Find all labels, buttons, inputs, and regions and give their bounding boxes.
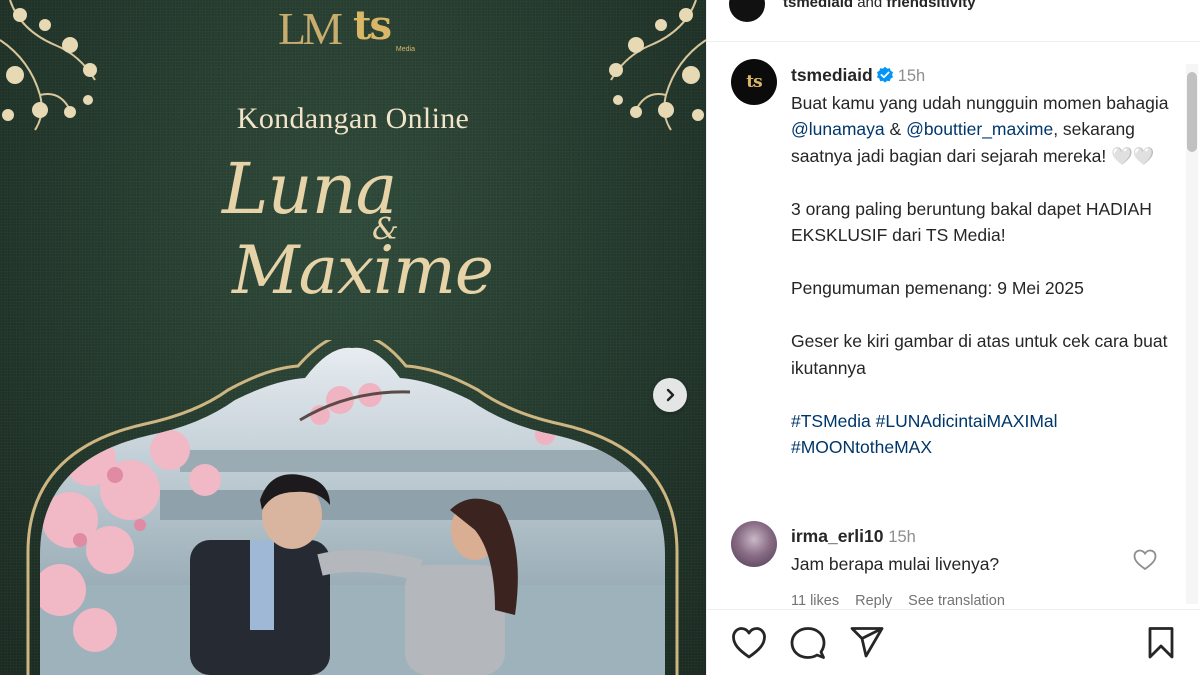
author-username[interactable]: tsmediaid bbox=[791, 65, 873, 85]
post-action-bar bbox=[707, 609, 1200, 675]
verified-badge-icon bbox=[876, 66, 893, 83]
lm-logo: LM bbox=[278, 3, 343, 54]
chevron-right-icon bbox=[666, 388, 675, 402]
post-details-panel: tsmediaid and friendsitivity ts tsmediai… bbox=[706, 0, 1200, 675]
next-slide-button[interactable] bbox=[653, 378, 687, 412]
commenter-avatar[interactable] bbox=[731, 521, 777, 567]
header-avatar[interactable] bbox=[729, 0, 765, 22]
comment-icon[interactable] bbox=[790, 626, 826, 660]
brand-logos: LM ts Media bbox=[278, 0, 415, 58]
header-account-link[interactable]: tsmediaid bbox=[783, 0, 853, 11]
bride-name: Luna bbox=[222, 148, 397, 230]
mention-bouttier-maxime[interactable]: @bouttier_maxime bbox=[906, 119, 1053, 139]
post-image[interactable]: LM ts Media Kondangan Online Luna & Maxi… bbox=[0, 0, 706, 675]
caption-paragraph-1: Buat kamu yang udah nungguin momen bahag… bbox=[791, 92, 1169, 166]
caption-timestamp[interactable]: 15h bbox=[898, 67, 926, 85]
share-icon[interactable] bbox=[849, 626, 885, 660]
author-avatar[interactable]: ts bbox=[731, 59, 777, 105]
groom-name: Maxime bbox=[232, 232, 494, 309]
header-collaborator-link[interactable]: friendsitivity bbox=[886, 0, 975, 11]
comment-body: irma_erli10 15h Jam berapa mulai livenya… bbox=[791, 523, 1121, 578]
caption-paragraph-4: Geser ke kiri gambar di atas untuk cek c… bbox=[791, 331, 1168, 378]
couple-photo-arch bbox=[26, 340, 679, 675]
post-header: tsmediaid and friendsitivity bbox=[707, 0, 1200, 42]
hashtag-tsmedia[interactable]: #TSMedia bbox=[791, 411, 871, 431]
comment-like-heart-icon[interactable] bbox=[1133, 549, 1157, 571]
comment-meta: 11 likes Reply See translation bbox=[791, 593, 1021, 609]
bookmark-icon[interactable] bbox=[1145, 626, 1177, 660]
comment-timestamp[interactable]: 15h bbox=[888, 528, 916, 546]
caption-paragraph-2: 3 orang paling beruntung bakal dapet HAD… bbox=[791, 198, 1152, 246]
comment-reply-link[interactable]: Reply bbox=[855, 593, 892, 609]
caption-hashtags: #TSMedia #LUNAdicintaiMAXIMal #MOONtotheM… bbox=[791, 408, 1171, 461]
heart-icon[interactable] bbox=[731, 626, 767, 660]
hashtag-moontothemax[interactable]: #MOONtotheMAX bbox=[791, 437, 932, 457]
caption-paragraph-3: Pengumuman pemenang: 9 Mei 2025 bbox=[791, 278, 1084, 298]
comment-likes-count[interactable]: 11 likes bbox=[791, 593, 839, 609]
comment-text: Jam berapa mulai livenya? bbox=[791, 554, 1000, 574]
header-accounts: tsmediaid and friendsitivity bbox=[783, 0, 976, 11]
post-caption: tsmediaid 15h Buat kamu yang udah nunggui… bbox=[791, 62, 1171, 461]
event-headline: Kondangan Online bbox=[236, 102, 470, 135]
comments-scroll-area[interactable]: ts tsmediaid 15h Buat kamu yang udah nung… bbox=[707, 43, 1200, 609]
mention-lunamaya[interactable]: @lunamaya bbox=[791, 119, 885, 139]
hashtag-lunadicintaimaximal[interactable]: #LUNAdicintaiMAXIMal bbox=[876, 411, 1058, 431]
scrollbar-thumb[interactable] bbox=[1187, 72, 1197, 152]
commenter-username[interactable]: irma_erli10 bbox=[791, 526, 883, 546]
panel-scrollbar[interactable] bbox=[1186, 64, 1198, 604]
ts-media-logo: ts Media bbox=[353, 2, 415, 54]
see-translation-link[interactable]: See translation bbox=[908, 593, 1005, 609]
